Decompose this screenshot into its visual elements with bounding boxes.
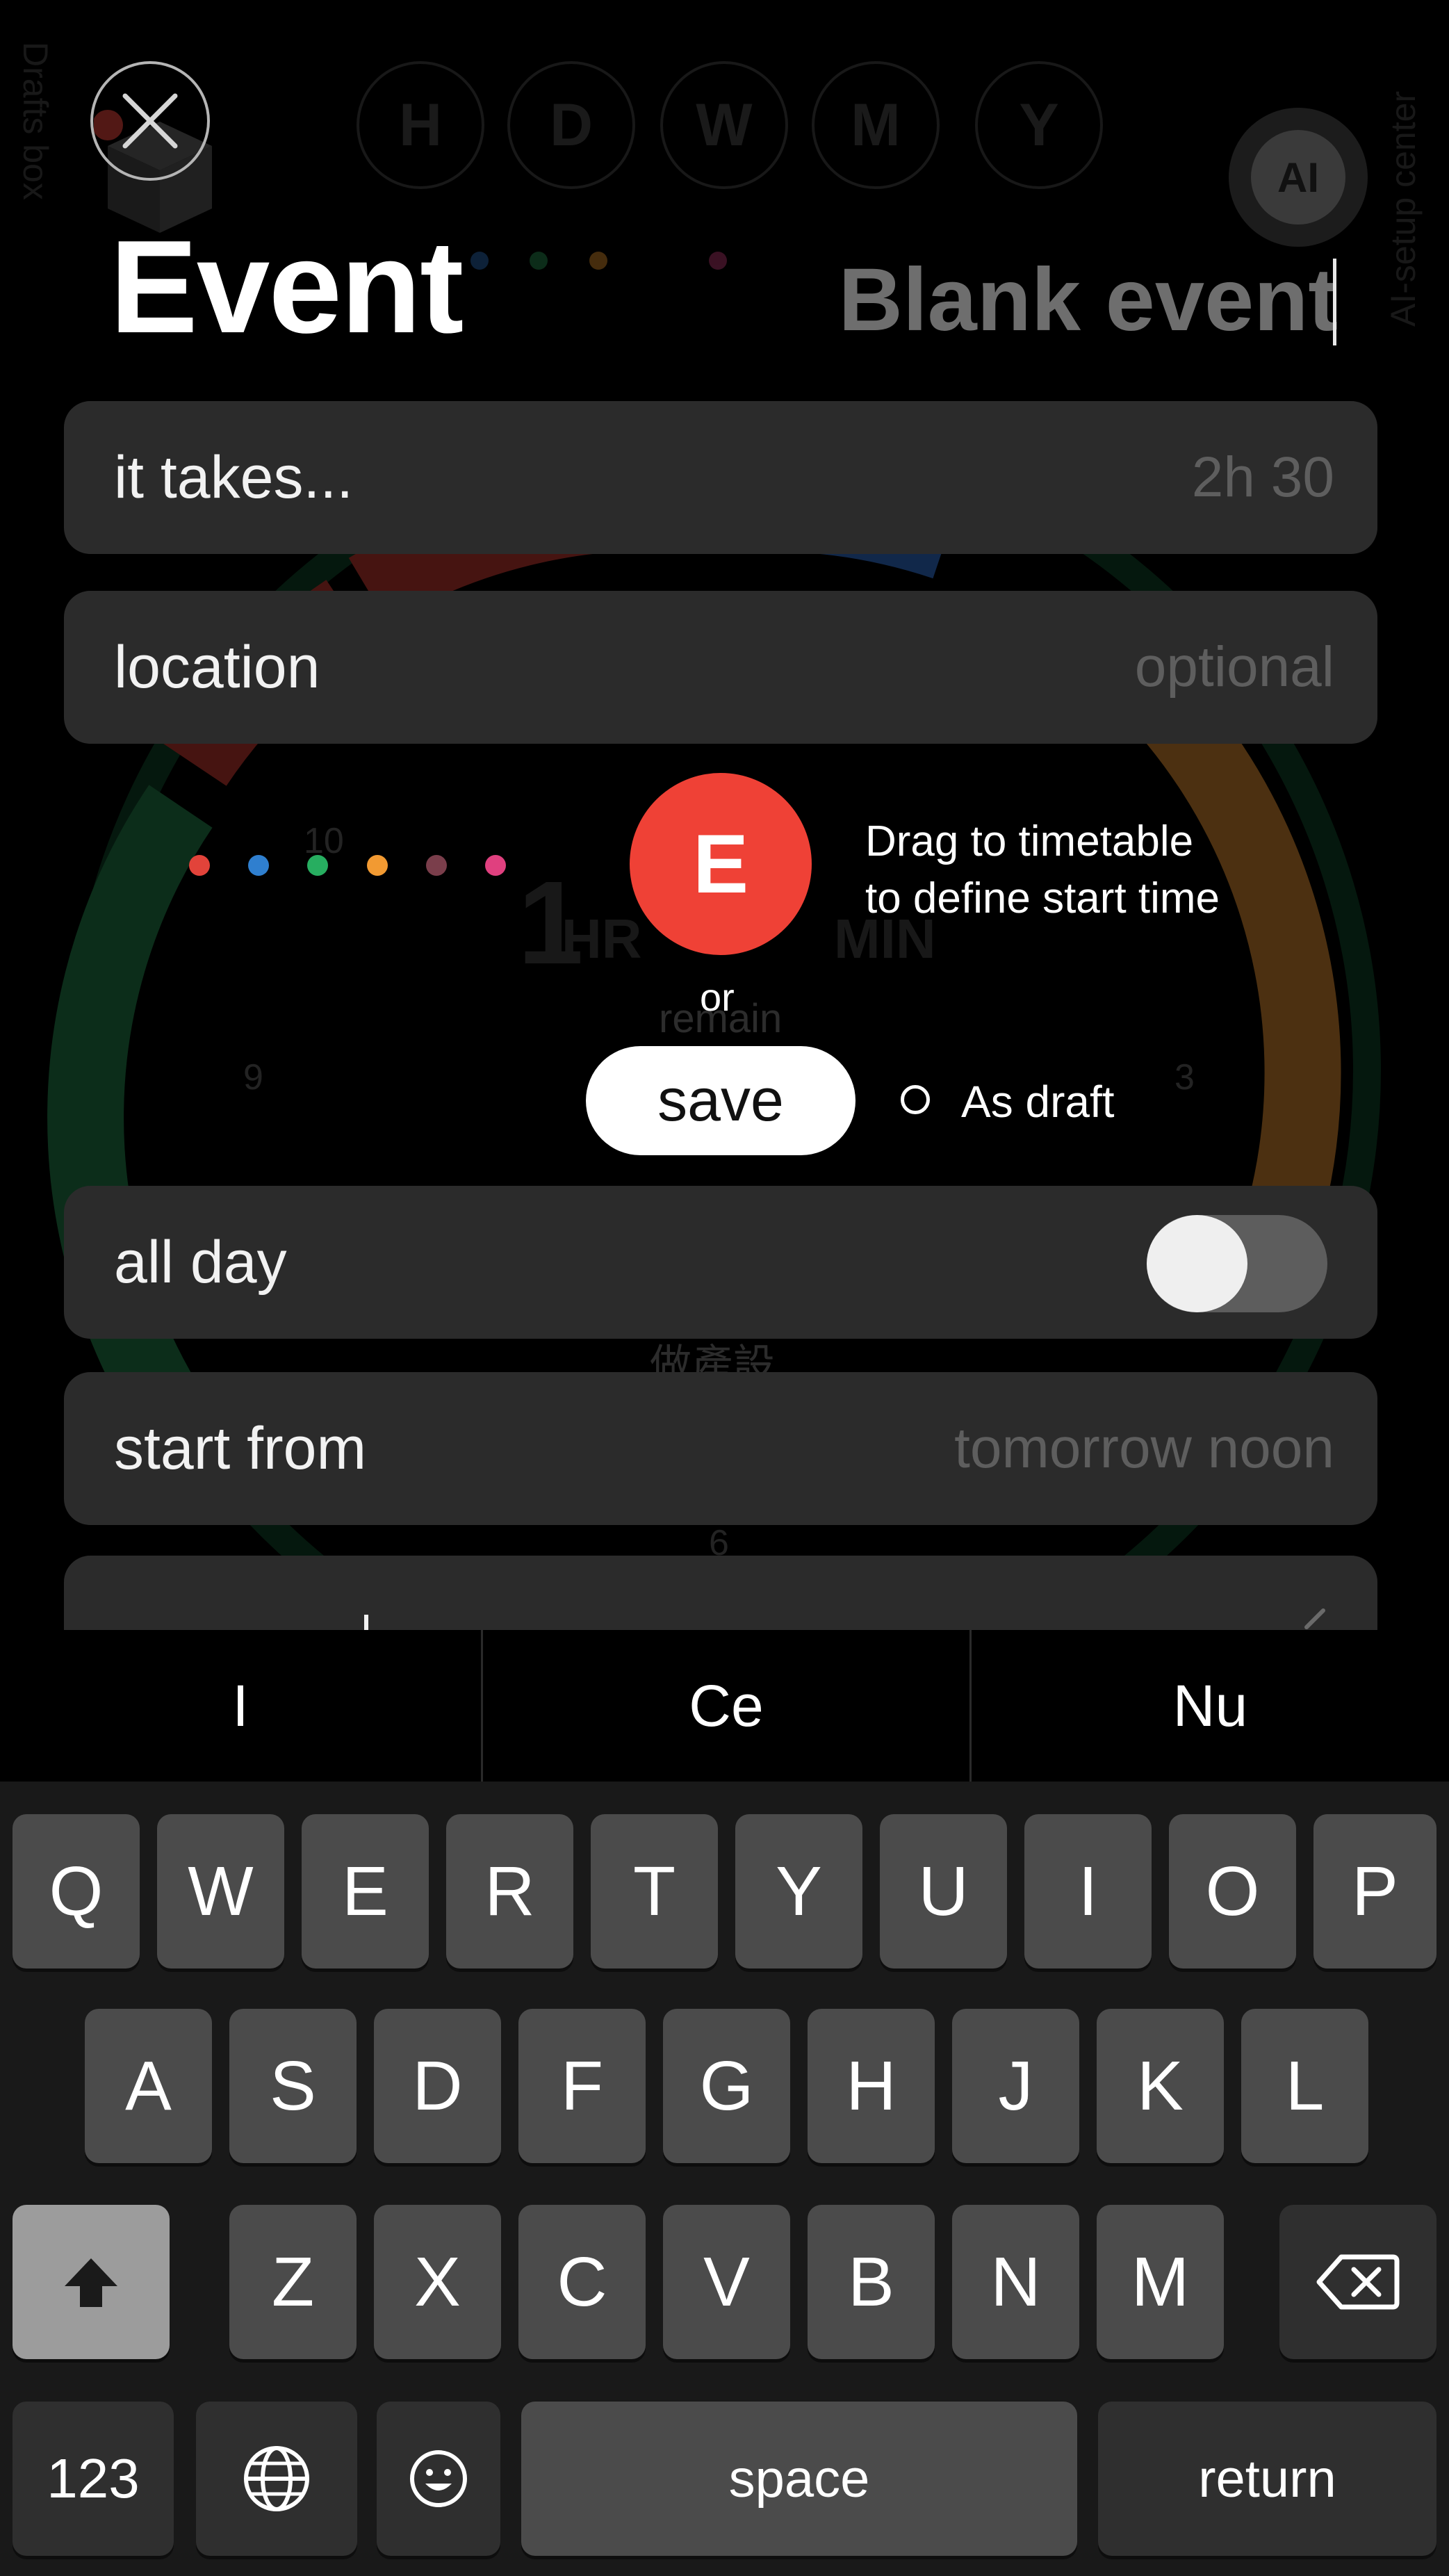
key-h[interactable]: H [808,2009,935,2163]
emoji-icon [410,2450,467,2507]
suggestion-divider [481,1630,483,1782]
key-j[interactable]: J [952,2009,1079,2163]
key-a[interactable]: A [85,2009,212,2163]
location-label: location [114,633,320,701]
drag-hint-line2: to define start time [865,874,1220,922]
shift-icon [65,2258,117,2307]
drag-hint: Drag to timetable to define start time [865,813,1220,927]
suggestion-2[interactable]: Ce [483,1630,969,1782]
globe-key[interactable] [196,2402,357,2556]
key-p[interactable]: P [1313,1814,1436,1968]
key-w[interactable]: W [157,1814,284,1968]
color-option-maroon[interactable] [426,855,447,876]
color-option-red[interactable] [189,855,210,876]
emoji-key[interactable] [377,2402,500,2556]
drafts-box-label: Drafts box [16,42,55,200]
numbers-key[interactable]: 123 [13,2402,174,2556]
all-day-label: all day [114,1228,287,1296]
draggable-event-badge[interactable]: E [630,773,812,955]
color-option-pink[interactable] [485,855,506,876]
start-from-row[interactable]: start from tomorrow noon [64,1372,1377,1525]
key-k[interactable]: K [1097,2009,1224,2163]
key-t[interactable]: T [591,1814,718,1968]
color-option-blue[interactable] [248,855,269,876]
duration-label: it takes... [114,443,354,511]
ai-label: AI [1251,130,1345,225]
ai-setup-center-label: AI-setup center [1384,90,1423,327]
dial-number-3: 3 [1174,1057,1195,1098]
ai-setup-button[interactable]: AI [1229,108,1368,247]
delete-icon [1316,2254,1400,2310]
location-row[interactable]: location optional [64,591,1377,744]
period-year-button: Y [975,61,1103,189]
key-i[interactable]: I [1024,1814,1152,1968]
key-f[interactable]: F [518,2009,646,2163]
or-separator: or [700,975,735,1019]
event-name-input[interactable]: Blank event [839,256,1339,345]
period-week-button: W [660,61,788,189]
remain-hours-unit: HR [562,908,642,970]
close-button[interactable] [90,61,210,181]
key-m[interactable]: M [1097,2205,1224,2359]
suggestion-bar: I Ce Nu [0,1630,1449,1782]
suggestion-3[interactable]: Nu [972,1630,1449,1782]
key-q[interactable]: Q [13,1814,140,1968]
next-row-partial[interactable] [64,1556,1377,1630]
toggle-knob [1147,1215,1247,1312]
key-l[interactable]: L [1241,2009,1368,2163]
key-b[interactable]: B [808,2205,935,2359]
bg-dot [530,252,548,270]
suggestion-1[interactable]: I [0,1630,481,1782]
key-x[interactable]: X [374,2205,501,2359]
all-day-toggle[interactable] [1147,1215,1327,1312]
bg-dot [709,252,727,270]
start-from-value[interactable]: tomorrow noon [954,1416,1334,1481]
key-g[interactable]: G [663,2009,790,2163]
period-month-button: M [812,61,940,189]
color-option-orange[interactable] [367,855,388,876]
drag-hint-line1: Drag to timetable [865,817,1194,865]
key-c[interactable]: C [518,2205,646,2359]
return-key[interactable]: return [1098,2402,1436,2556]
next-row-label-fragment [364,1615,368,1630]
save-button[interactable]: save [586,1046,856,1155]
shift-key[interactable] [13,2205,170,2359]
bg-dot [589,252,607,270]
location-input[interactable]: optional [1135,635,1334,700]
key-n[interactable]: N [952,2205,1079,2359]
key-z[interactable]: Z [229,2205,357,2359]
close-icon [122,93,178,149]
suggestion-divider [969,1630,972,1782]
key-s[interactable]: S [229,2009,357,2163]
text-caret [1333,259,1336,345]
key-r[interactable]: R [446,1814,573,1968]
key-e[interactable]: E [302,1814,429,1968]
key-u[interactable]: U [880,1814,1007,1968]
key-v[interactable]: V [663,2205,790,2359]
page-title: Event [110,213,464,361]
color-option-green[interactable] [307,855,328,876]
dial-number-10: 10 [304,821,344,861]
bg-dot [470,252,489,270]
period-hour-button: H [357,61,484,189]
key-y[interactable]: Y [735,1814,862,1968]
chevron-right-icon [1304,1608,1325,1629]
as-draft-radio[interactable] [901,1085,930,1114]
globe-icon [244,2446,309,2511]
key-o[interactable]: O [1169,1814,1296,1968]
duration-row[interactable]: it takes... 2h 30 [64,401,1377,554]
period-day-button: D [507,61,635,189]
key-d[interactable]: D [374,2009,501,2163]
duration-value[interactable]: 2h 30 [1192,445,1334,510]
as-draft-label[interactable]: As draft [961,1076,1115,1127]
dial-number-9: 9 [243,1057,263,1098]
start-from-label: start from [114,1415,367,1482]
space-key[interactable]: space [521,2402,1077,2556]
delete-key[interactable] [1279,2205,1436,2359]
